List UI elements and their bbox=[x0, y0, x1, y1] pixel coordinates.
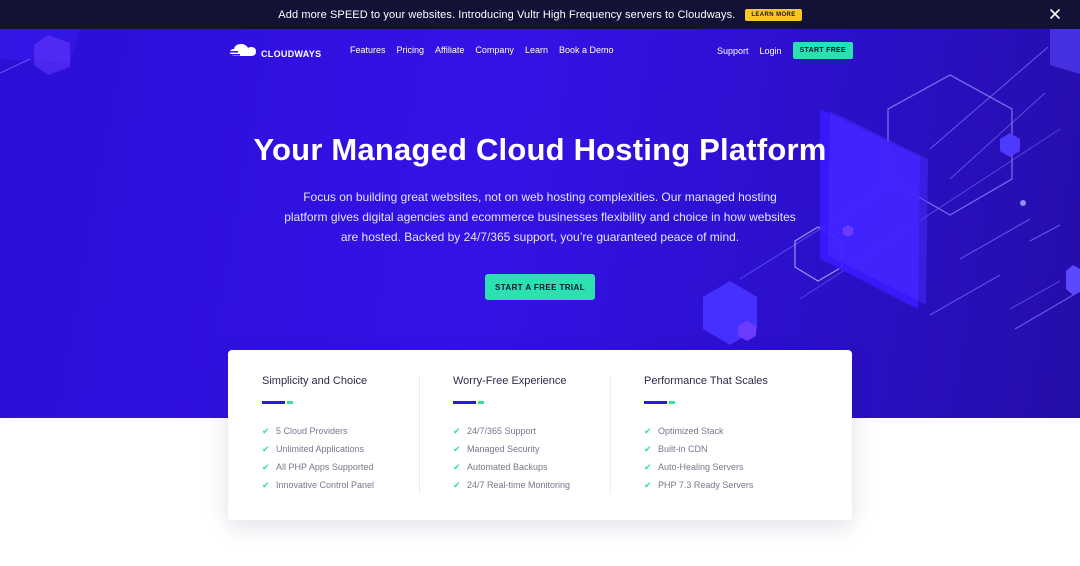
feature-column-title: Worry-Free Experience bbox=[453, 375, 567, 387]
check-icon: ✔ bbox=[453, 443, 461, 454]
login-link[interactable]: Login bbox=[760, 46, 782, 56]
start-free-trial-button[interactable]: START A FREE TRIAL bbox=[485, 274, 595, 300]
check-icon: ✔ bbox=[262, 443, 270, 454]
check-icon: ✔ bbox=[453, 461, 461, 472]
accent-bar bbox=[262, 401, 294, 404]
top-navigation: CLOUDWAYS Features Pricing Affiliate Com… bbox=[0, 29, 1080, 73]
nav-link-pricing[interactable]: Pricing bbox=[397, 45, 425, 55]
nav-link-company[interactable]: Company bbox=[475, 45, 514, 55]
announcement-text: Add more SPEED to your websites. Introdu… bbox=[278, 8, 736, 21]
check-icon: ✔ bbox=[644, 479, 652, 490]
nav-link-learn[interactable]: Learn bbox=[525, 45, 548, 55]
feature-column-title: Simplicity and Choice bbox=[262, 375, 368, 387]
check-icon: ✔ bbox=[453, 479, 461, 490]
list-item: ✔ Optimized Stack bbox=[644, 425, 724, 437]
accent-bar bbox=[453, 401, 485, 404]
list-item: ✔ Managed Security bbox=[453, 443, 540, 455]
feature-list: ✔ 5 Cloud Providers ✔ Unlimited Applicatio… bbox=[262, 422, 374, 494]
check-icon: ✔ bbox=[262, 461, 270, 472]
check-icon: ✔ bbox=[644, 461, 652, 472]
list-item: ✔ Unlimited Applications bbox=[262, 443, 365, 455]
hero-title: Your Managed Cloud Hosting Platform bbox=[253, 132, 827, 167]
list-item: ✔ 5 Cloud Providers bbox=[262, 425, 348, 437]
list-item: ✔ Built-in CDN bbox=[644, 443, 708, 455]
check-icon: ✔ bbox=[262, 479, 270, 490]
accent-bar bbox=[644, 401, 676, 404]
support-link[interactable]: Support bbox=[717, 46, 749, 56]
hero-subtitle: Focus on building great websites, not on… bbox=[284, 190, 796, 244]
list-item: ✔ All PHP Apps Supported bbox=[262, 461, 374, 473]
logo[interactable]: CLOUDWAYS bbox=[228, 42, 321, 65]
nav-link-affiliate[interactable]: Affiliate bbox=[435, 45, 464, 55]
cloud-logo-icon bbox=[228, 42, 258, 65]
list-item: ✔ Automated Backups bbox=[453, 461, 548, 473]
nav-link-features[interactable]: Features bbox=[350, 45, 386, 55]
list-item: ✔ 24/7/365 Support bbox=[453, 425, 537, 437]
learn-more-button[interactable]: LEARN MORE bbox=[745, 8, 802, 21]
feature-list: ✔ 24/7/365 Support ✔ Managed Security ✔ Aut… bbox=[453, 422, 570, 494]
nav-links: Features Pricing Affiliate Company Learn… bbox=[350, 45, 625, 55]
feature-column-title: Performance That Scales bbox=[644, 375, 768, 387]
check-icon: ✔ bbox=[453, 425, 461, 436]
start-free-button[interactable]: START FREE bbox=[792, 42, 853, 59]
column-divider bbox=[419, 376, 420, 494]
list-item: ✔ Auto-Healing Servers bbox=[644, 461, 744, 473]
check-icon: ✔ bbox=[262, 425, 270, 436]
nav-link-book-demo[interactable]: Book a Demo bbox=[559, 45, 614, 55]
list-item: ✔ PHP 7.3 Ready Servers bbox=[644, 479, 754, 491]
check-icon: ✔ bbox=[644, 443, 652, 454]
column-divider bbox=[610, 376, 611, 494]
close-icon[interactable] bbox=[1048, 7, 1062, 21]
logo-text: CLOUDWAYS bbox=[261, 48, 322, 59]
announcement-bar: Add more SPEED to your websites. Introdu… bbox=[0, 0, 1080, 29]
features-card: Simplicity and Choice ✔ 5 Cloud Providers… bbox=[228, 350, 852, 520]
feature-list: ✔ Optimized Stack ✔ Built-in CDN ✔ Auto-Hea… bbox=[644, 422, 753, 494]
list-item: ✔ Innovative Control Panel bbox=[262, 479, 375, 491]
check-icon: ✔ bbox=[644, 425, 652, 436]
nav-right: Support Login START FREE bbox=[717, 42, 853, 59]
list-item: ✔ 24/7 Real-time Monitoring bbox=[453, 479, 571, 491]
